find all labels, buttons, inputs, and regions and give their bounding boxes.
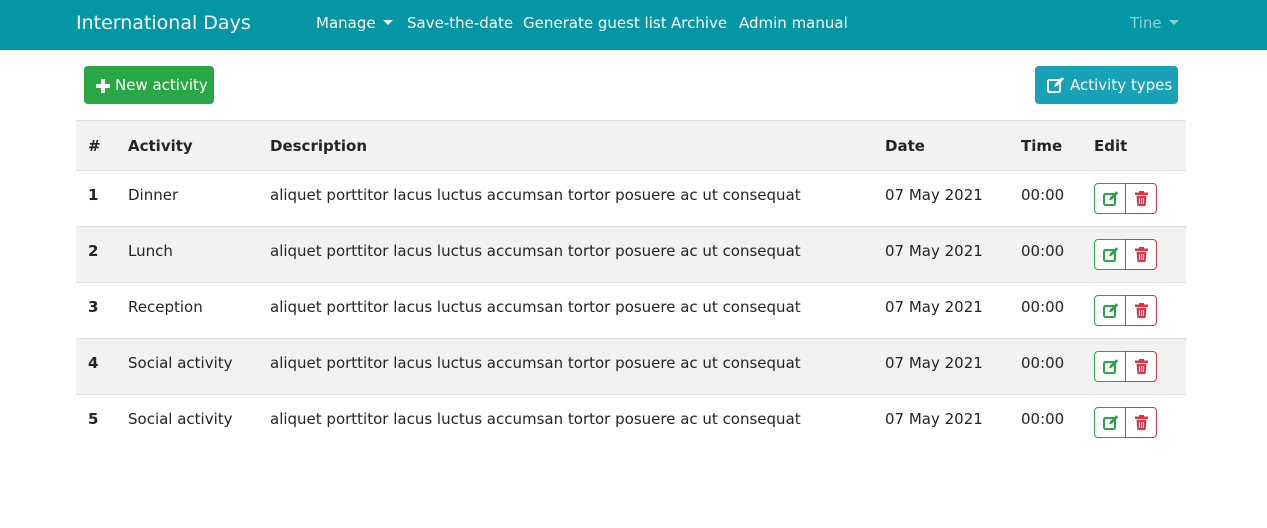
row-time: 00:00 [1021, 242, 1065, 260]
edit-button[interactable] [1094, 239, 1126, 270]
row-description: aliquet porttitor lacus luctus accumsan … [270, 410, 801, 428]
delete-button[interactable] [1125, 295, 1157, 326]
row-actions [1094, 183, 1157, 214]
trash-icon [1135, 359, 1148, 374]
header-description: Description [270, 137, 368, 155]
delete-button[interactable] [1125, 239, 1157, 270]
edit-button[interactable] [1094, 407, 1126, 438]
nav-save-the-date[interactable]: Save-the-date [407, 13, 513, 33]
row-actions [1094, 239, 1157, 270]
row-description: aliquet porttitor lacus luctus accumsan … [270, 354, 801, 372]
table-row: 3 Reception aliquet porttitor lacus luctus… [76, 282, 1186, 338]
row-date: 07 May 2021 [885, 186, 983, 204]
trash-icon [1135, 191, 1148, 206]
row-description: aliquet porttitor lacus luctus accumsan … [270, 186, 801, 204]
table-header-row: # Activity Description Date Time Edit [76, 120, 1186, 170]
user-name: Tine [1130, 14, 1162, 32]
row-actions [1094, 407, 1157, 438]
activity-types-button[interactable]: Activity types [1035, 66, 1178, 104]
edit-icon [1047, 77, 1064, 93]
user-menu-dropdown[interactable]: Tine [1130, 13, 1179, 33]
chevron-down-icon [1168, 20, 1179, 25]
edit-icon [1103, 247, 1119, 262]
activities-table: # Activity Description Date Time Edit 1 D… [76, 120, 1186, 450]
edit-icon [1103, 303, 1119, 318]
row-number: 4 [88, 354, 99, 372]
row-activity: Lunch [128, 242, 173, 260]
edit-icon [1103, 415, 1119, 430]
row-activity: Social activity [128, 354, 233, 372]
nav-generate-guest-list[interactable]: Generate guest list [523, 13, 667, 33]
table-row: 5 Social activity aliquet porttitor lacus … [76, 394, 1186, 450]
header-time: Time [1021, 137, 1063, 155]
header-num: # [88, 137, 101, 155]
table-row: 1 Dinner aliquet porttitor lacus luctus ac… [76, 170, 1186, 226]
row-time: 00:00 [1021, 354, 1065, 372]
row-activity: Dinner [128, 186, 179, 204]
delete-button[interactable] [1125, 183, 1157, 214]
nav-manage-dropdown[interactable]: Manage [316, 13, 393, 33]
table-row: 4 Social activity aliquet porttitor lacus … [76, 338, 1186, 394]
edit-button[interactable] [1094, 183, 1126, 214]
row-time: 00:00 [1021, 410, 1065, 428]
row-actions [1094, 351, 1157, 382]
row-date: 07 May 2021 [885, 242, 983, 260]
nav-manage-label: Manage [316, 14, 376, 32]
row-date: 07 May 2021 [885, 410, 983, 428]
top-navbar: International Days Manage Save-the-date … [0, 0, 1267, 50]
delete-button[interactable] [1125, 351, 1157, 382]
row-activity: Social activity [128, 410, 233, 428]
chevron-down-icon [382, 20, 393, 25]
row-activity: Reception [128, 298, 203, 316]
header-edit: Edit [1094, 137, 1128, 155]
trash-icon [1135, 247, 1148, 262]
activity-types-label: Activity types [1070, 76, 1173, 94]
row-number: 1 [88, 186, 99, 204]
row-time: 00:00 [1021, 298, 1065, 316]
edit-button[interactable] [1094, 295, 1126, 326]
edit-button[interactable] [1094, 351, 1126, 382]
edit-icon [1103, 191, 1119, 206]
table-row: 2 Lunch aliquet porttitor lacus luctus acc… [76, 226, 1186, 282]
row-description: aliquet porttitor lacus luctus accumsan … [270, 242, 801, 260]
trash-icon [1135, 303, 1148, 318]
table-body: 1 Dinner aliquet porttitor lacus luctus ac… [76, 170, 1186, 450]
row-date: 07 May 2021 [885, 298, 983, 316]
header-date: Date [885, 137, 925, 155]
header-activity: Activity [128, 137, 193, 155]
row-date: 07 May 2021 [885, 354, 983, 372]
nav-admin-manual[interactable]: Admin manual [739, 13, 848, 33]
row-actions [1094, 295, 1157, 326]
row-time: 00:00 [1021, 186, 1065, 204]
new-activity-label: New activity [115, 76, 208, 94]
trash-icon [1135, 415, 1148, 430]
new-activity-button[interactable]: New activity [84, 66, 214, 104]
delete-button[interactable] [1125, 407, 1157, 438]
row-description: aliquet porttitor lacus luctus accumsan … [270, 298, 801, 316]
edit-icon [1103, 359, 1119, 374]
row-number: 3 [88, 298, 99, 316]
row-number: 5 [88, 410, 99, 428]
row-number: 2 [88, 242, 99, 260]
nav-archive[interactable]: Archive [671, 13, 727, 33]
brand-title[interactable]: International Days [76, 11, 251, 35]
plus-icon [96, 79, 110, 93]
